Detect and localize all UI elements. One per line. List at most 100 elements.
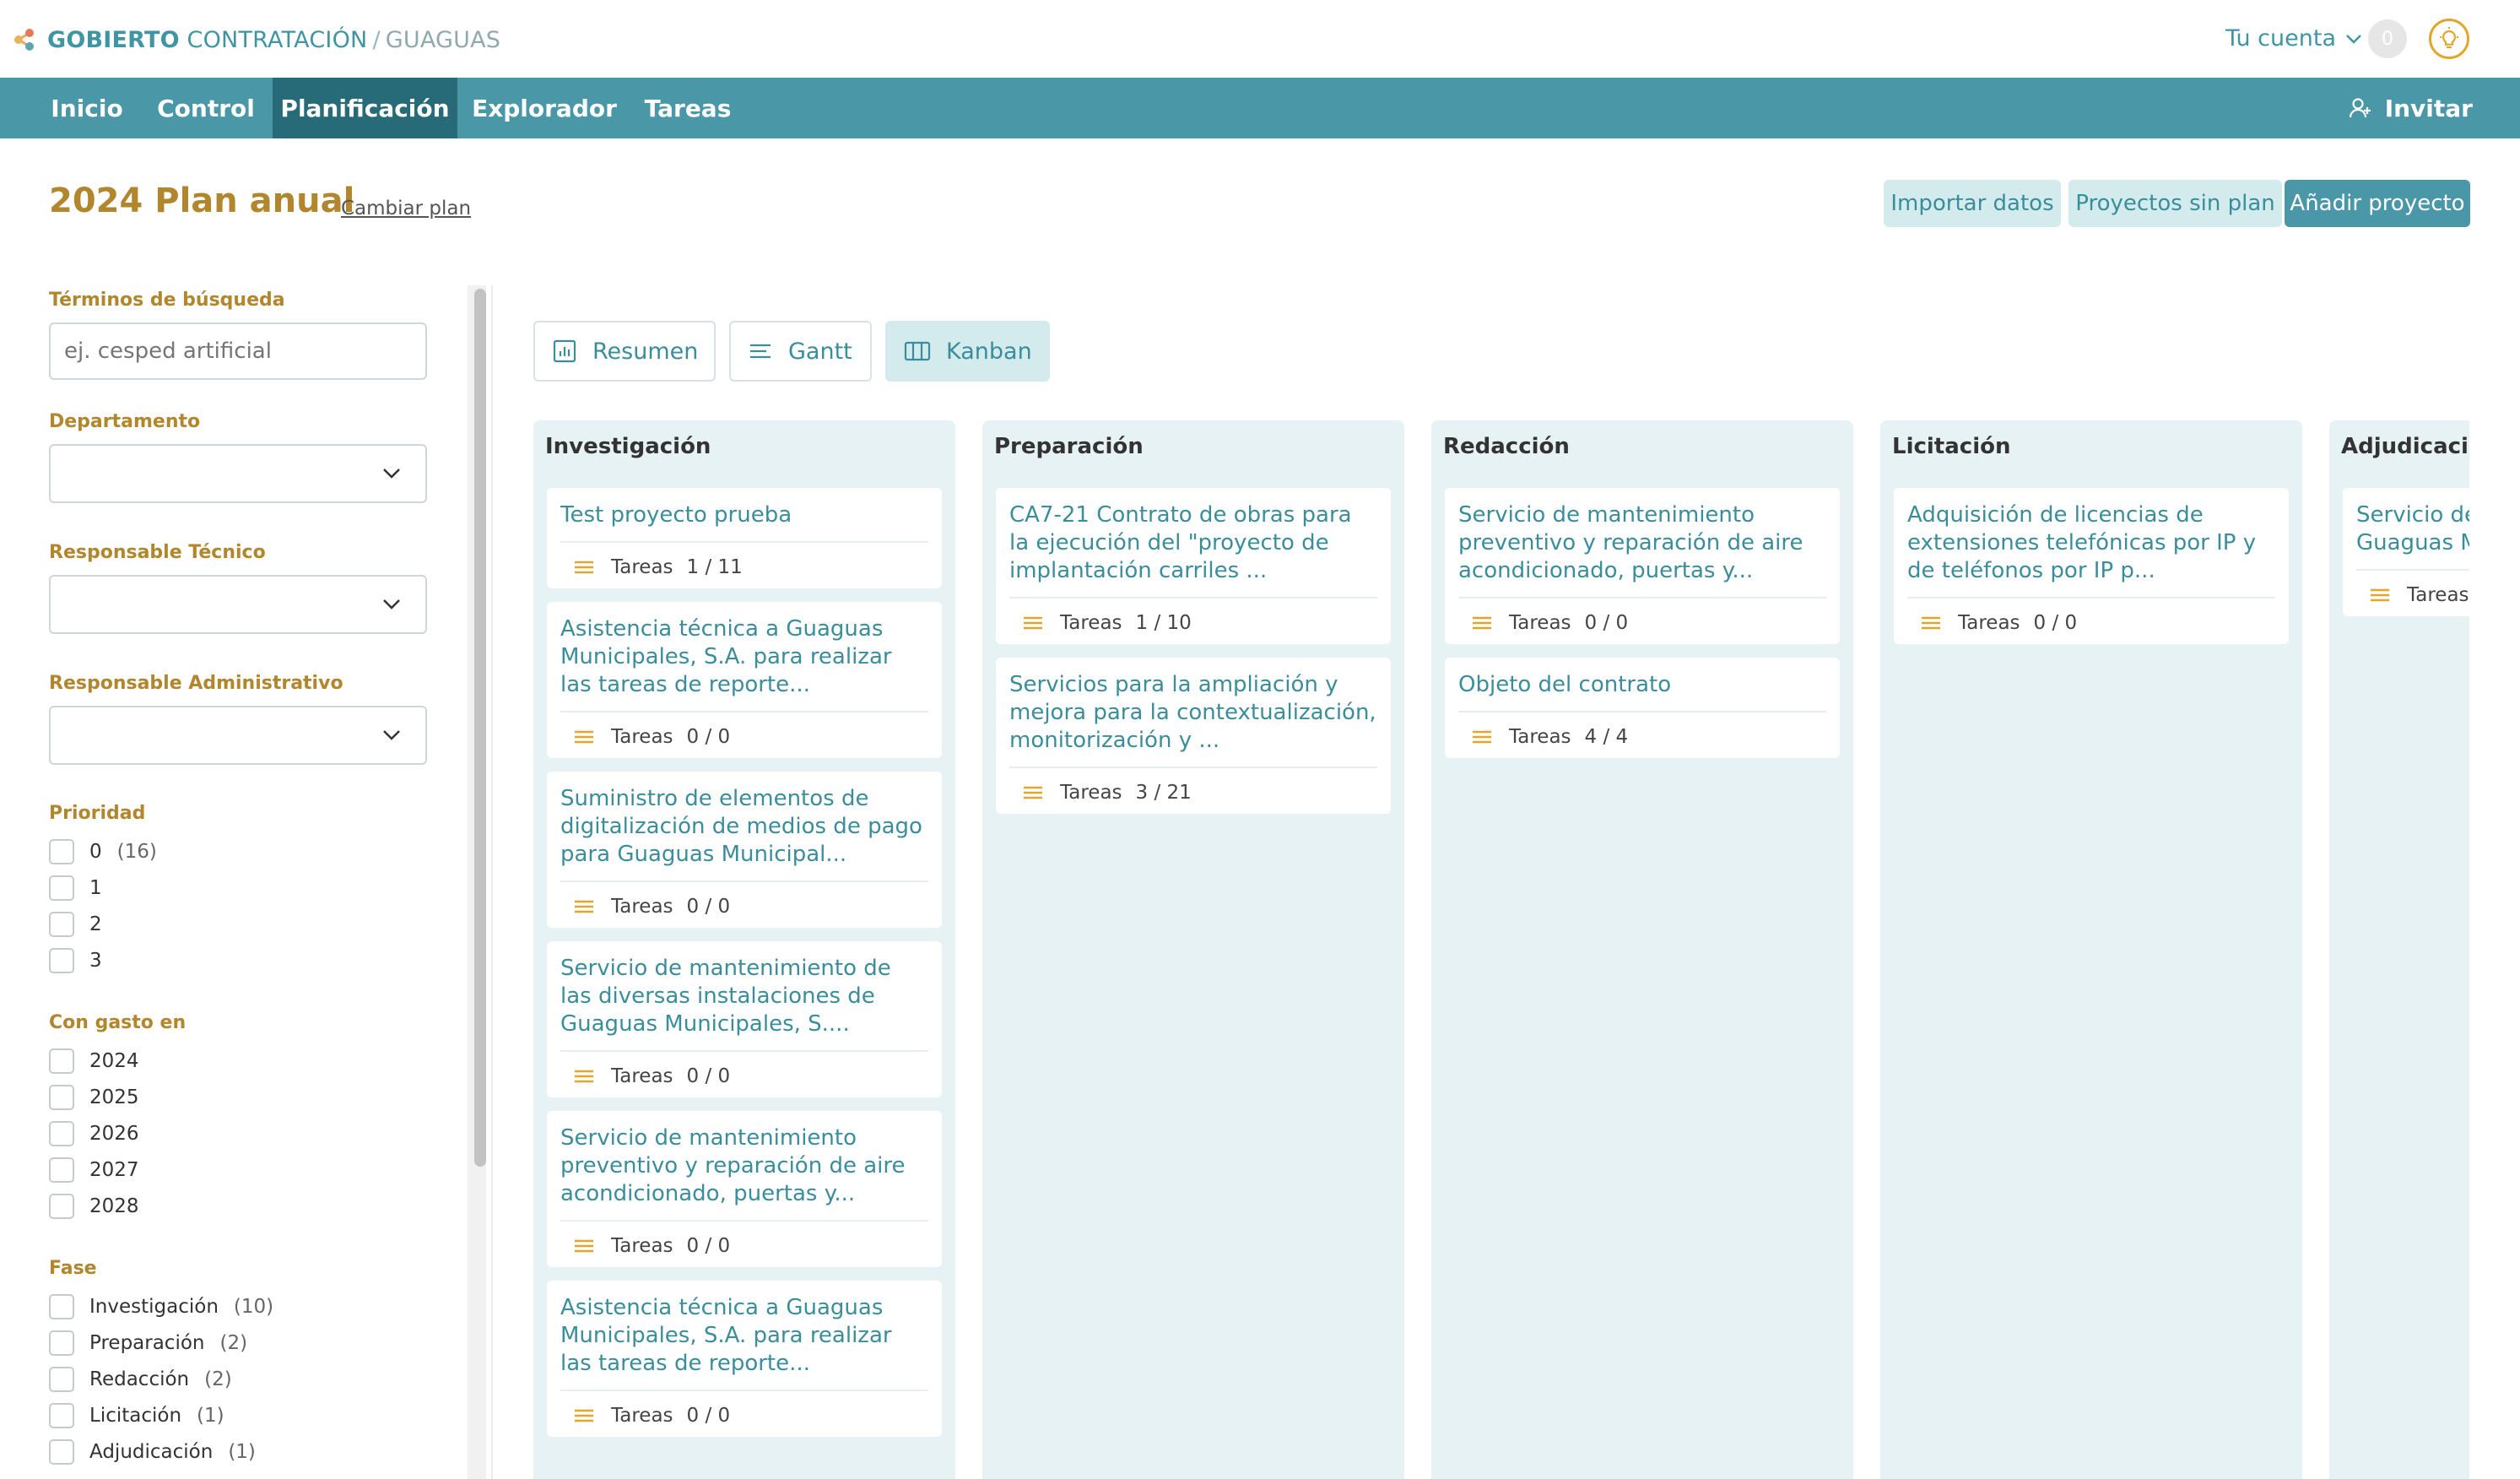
option-label: 2024 [89,1050,139,1072]
account-menu[interactable]: Tu cuenta [2225,25,2363,51]
checkbox[interactable] [49,1439,74,1465]
add-project-button[interactable]: Añadir proyecto [2285,180,2470,227]
card-tasks-summary: Tareas 0 / 0 [574,1065,730,1087]
project-card-title[interactable]: Servicio de daños materiales de Guaguas … [2356,501,2469,557]
project-card-title[interactable]: Servicio de mantenimiento preventivo y r… [1458,501,1826,585]
unplanned-projects-button[interactable]: Proyectos sin plan [2068,180,2282,227]
project-card-title[interactable]: Servicio de mantenimiento preventivo y r… [560,1124,928,1208]
invite-label: Invitar [2384,94,2473,122]
spend-option[interactable]: 2027 [49,1156,139,1184]
top-bar: GOBIERTO CONTRATACIÓN / GUAGUAS Tu cuenta … [0,0,2520,78]
priority-option[interactable]: 2 [49,910,102,939]
phase-option[interactable]: Investigación (10) [49,1292,273,1321]
project-card-title[interactable]: Servicios para la ampliación y mejora pa… [1009,671,1377,755]
view-summary-button[interactable]: Resumen [533,321,716,382]
card-divider [560,880,928,882]
phase-option[interactable]: Preparación (2) [49,1329,247,1357]
tasks-count: 0 / 0 [686,896,731,918]
project-card-title[interactable]: Test proyecto prueba [560,501,928,529]
tech-responsible-select[interactable] [49,575,427,634]
project-card[interactable]: Servicio de mantenimiento preventivo y r… [547,1111,942,1267]
priority-option[interactable]: 0 (16) [49,837,157,866]
phase-option[interactable]: Adjudicación (1) [49,1438,256,1466]
checkbox[interactable] [49,839,74,864]
checkbox[interactable] [49,1121,74,1146]
project-card-title[interactable]: Adquisición de licencias de extensiones … [1907,501,2275,585]
view-kanban-button[interactable]: Kanban [885,321,1050,382]
tasks-label: Tareas [1509,612,1571,634]
brand[interactable]: GOBIERTO CONTRATACIÓN / GUAGUAS [12,25,500,54]
nav-control[interactable]: Control [143,78,268,138]
checkbox[interactable] [49,1157,74,1183]
project-card[interactable]: Servicio de mantenimiento de las diversa… [547,941,942,1097]
project-card-title[interactable]: Servicio de mantenimiento de las diversa… [560,955,928,1038]
checkbox[interactable] [49,1294,74,1319]
option-label: Investigación [89,1296,219,1318]
card-tasks-summary: Tareas 1 / 10 [1023,612,1192,634]
project-card[interactable]: Servicios para la ampliación y mejora pa… [996,658,1391,814]
checkbox[interactable] [49,875,74,901]
checkbox[interactable] [49,912,74,937]
tasks-label: Tareas [1060,782,1122,804]
spend-option[interactable]: 2025 [49,1083,139,1112]
card-divider [1009,767,1377,768]
department-select[interactable] [49,444,427,503]
search-label: Términos de búsqueda [49,290,285,311]
admin-responsible-select[interactable] [49,706,427,765]
checkbox[interactable] [49,1048,74,1074]
project-card-title[interactable]: Suministro de elementos de digitalizació… [560,785,928,869]
project-card[interactable]: Servicio de daños materiales de Guaguas … [2343,488,2469,616]
share-logo-icon [14,29,34,51]
tech-responsible-label: Responsable Técnico [49,542,266,563]
checkbox[interactable] [49,1194,74,1219]
nav-planificacion[interactable]: Planificación [273,78,457,138]
tasks-label: Tareas [1060,612,1122,634]
project-card[interactable]: Adquisición de licencias de extensiones … [1894,488,2289,644]
notifications-badge[interactable]: 0 [2368,19,2407,58]
tasks-label: Tareas [611,556,673,578]
project-card[interactable]: Objeto del contrato Tareas 4 / 4 [1445,658,1840,758]
project-card[interactable]: Servicio de mantenimiento preventivo y r… [1445,488,1840,644]
nav-inicio[interactable]: Inicio [34,78,140,138]
project-card-title[interactable]: CA7-21 Contrato de obras para la ejecuci… [1009,501,1377,585]
priority-option[interactable]: 1 [49,874,102,902]
spend-option[interactable]: 2024 [49,1047,139,1075]
nav-explorador[interactable]: Explorador [468,78,621,138]
import-data-button[interactable]: Importar datos [1884,180,2061,227]
invite-button[interactable]: Invitar [2348,78,2473,138]
view-gantt-label: Gantt [788,338,852,365]
project-card[interactable]: Asistencia técnica a Guaguas Municipales… [547,602,942,758]
tasks-count: 1 / 10 [1135,612,1192,634]
project-card-title[interactable]: Asistencia técnica a Guaguas Municipales… [560,615,928,699]
tasks-count: 1 / 11 [686,556,743,578]
project-card-title[interactable]: Objeto del contrato [1458,671,1826,699]
tasks-label: Tareas [611,726,673,748]
checkbox[interactable] [49,948,74,973]
spend-option[interactable]: 2026 [49,1119,139,1148]
priority-option[interactable]: 3 [49,946,102,975]
sidebar-scrollbar-thumb[interactable] [474,289,486,1167]
project-card[interactable]: Suministro de elementos de digitalizació… [547,772,942,928]
view-gantt-button[interactable]: Gantt [729,321,872,382]
option-label: 1 [89,877,102,899]
card-tasks-summary: Tareas 0 / 0 [574,1235,730,1257]
checkbox[interactable] [49,1367,74,1392]
lightbulb-icon[interactable] [2429,19,2469,59]
project-card-title[interactable]: Asistencia técnica a Guaguas Municipales… [560,1294,928,1378]
nav-tareas[interactable]: Tareas [637,78,738,138]
card-divider [1458,711,1826,712]
spend-option[interactable]: 2028 [49,1192,139,1221]
search-input[interactable] [49,322,427,380]
phase-option[interactable]: Licitación (1) [49,1401,224,1430]
tasks-count: 0 / 0 [686,1065,731,1087]
change-plan-link[interactable]: Cambiar plan [341,198,471,219]
gantt-lines-icon [750,344,771,359]
checkbox[interactable] [49,1403,74,1428]
project-card[interactable]: Asistencia técnica a Guaguas Municipales… [547,1281,942,1437]
phase-option[interactable]: Redacción (2) [49,1365,232,1394]
checkbox[interactable] [49,1330,74,1356]
project-card[interactable]: CA7-21 Contrato de obras para la ejecuci… [996,488,1391,644]
checkbox[interactable] [49,1085,74,1110]
card-tasks-summary: Tareas 0 / 0 [574,896,730,918]
project-card[interactable]: Test proyecto prueba Tareas 1 / 11 [547,488,942,588]
